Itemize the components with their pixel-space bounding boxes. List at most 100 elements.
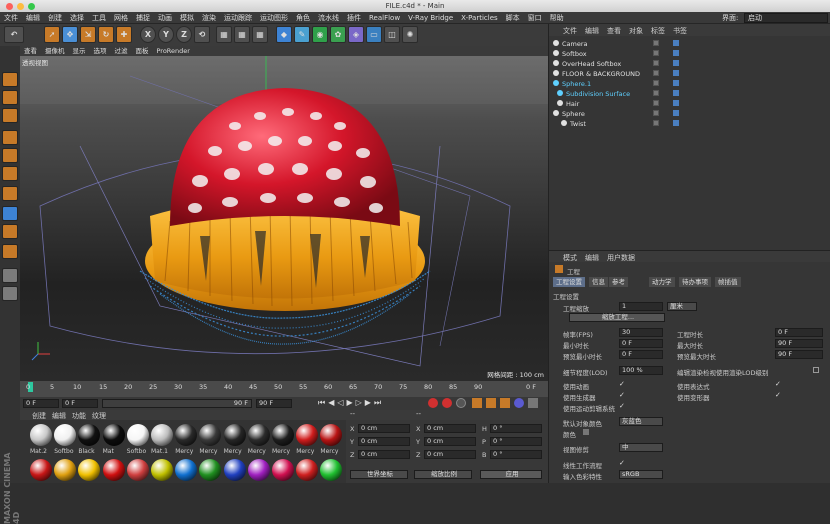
motion-system-checkbox[interactable]: ✓ [619,402,625,410]
frame-range-slider[interactable]: 90 F [102,399,252,408]
object-row[interactable]: FLOOR & BACKGROUND [553,69,640,79]
viewport-menu-options[interactable]: 选项 [90,46,111,56]
light-icon[interactable]: ✺ [402,26,418,43]
solo-icon[interactable] [2,224,18,239]
object-row[interactable]: Sphere [553,109,585,119]
obj-menu-edit[interactable]: 编辑 [585,26,599,36]
start-frame-field[interactable]: 0 F [23,399,59,408]
material-swatch[interactable] [175,459,198,481]
viewport-menu-view[interactable]: 查看 [20,46,41,56]
use-generators-checkbox[interactable]: ✓ [619,391,625,399]
menu-animate[interactable]: 动画 [154,12,176,24]
camera-icon[interactable]: ◫ [384,26,400,43]
obj-menu-tags[interactable]: 标签 [651,26,665,36]
menu-plugins[interactable]: 插件 [343,12,365,24]
size-field[interactable]: 0 cm [424,437,476,446]
use-deformers-checkbox[interactable]: ✓ [775,391,781,399]
position-field[interactable]: 0 cm [358,424,410,433]
material-swatch[interactable] [126,459,149,481]
viewport-menu-prorender[interactable]: ProRender [153,46,194,56]
tab-project-settings[interactable]: 工程设置 [553,277,585,287]
scale-project-button[interactable]: 缩放工程... [569,313,665,322]
obj-menu-view[interactable]: 查看 [607,26,621,36]
material-menu-texture[interactable]: 纹理 [92,411,106,421]
move-icon[interactable]: ✥ [62,26,78,43]
obj-menu-file[interactable]: 文件 [563,26,577,36]
close-window-button[interactable] [6,3,13,10]
menu-pipeline[interactable]: 流水线 [314,12,343,24]
coordinate-system-icon[interactable]: ⟲ [194,26,210,43]
scale-key-icon[interactable] [500,398,510,408]
lock-workplane-icon[interactable] [2,286,18,301]
material-swatch[interactable] [296,424,319,446]
tab-todo[interactable]: 待办事项 [679,277,711,287]
viewport-menu-display[interactable]: 显示 [69,46,90,56]
coordinate-system-select[interactable]: 世界坐标 [350,470,408,479]
pla-key-icon[interactable] [528,398,538,408]
visibility-toggle[interactable] [653,100,659,106]
menu-vray[interactable]: V-Ray Bridge [404,12,457,24]
material-swatch[interactable] [223,424,246,446]
menu-xparticles[interactable]: X-Particles [457,12,501,24]
cube-icon[interactable]: ◆ [276,26,292,43]
x-axis-icon[interactable]: X [140,26,156,43]
menu-snap[interactable]: 捕捉 [132,12,154,24]
menu-file[interactable]: 文件 [0,12,22,24]
object-row[interactable]: Twist [561,119,586,129]
material-swatch[interactable] [296,459,319,481]
material-swatch[interactable] [30,459,52,481]
record-icon[interactable] [428,398,438,408]
floor-icon[interactable]: ▭ [366,26,382,43]
texture-mode-icon[interactable] [2,90,18,105]
scale-icon[interactable]: ⇲ [80,26,96,43]
min-time-field[interactable]: 0 F [619,339,663,348]
linear-workflow-checkbox[interactable]: ✓ [619,459,625,467]
menu-help[interactable]: 帮助 [546,12,568,24]
menu-tools[interactable]: 工具 [88,12,110,24]
material-menu-function[interactable]: 功能 [72,411,86,421]
menu-edit[interactable]: 编辑 [22,12,44,24]
material-swatch[interactable] [54,424,77,446]
viewport-menu-filter[interactable]: 过滤 [111,46,132,56]
material-swatch[interactable] [199,459,222,481]
material-swatch[interactable] [199,424,222,446]
rotation-field[interactable]: 0 ° [490,424,542,433]
pen-icon[interactable]: ✎ [294,26,310,43]
attr-menu-mode[interactable]: 模式 [563,253,577,263]
undo-icon[interactable]: ↶ [4,26,24,43]
subdivision-icon[interactable]: ◉ [312,26,328,43]
rotate-icon[interactable]: ↻ [98,26,114,43]
rotation-field[interactable]: 0 ° [490,437,542,446]
object-tag-icon[interactable] [673,90,679,96]
viewport-menu-panel[interactable]: 面板 [132,46,153,56]
material-swatch[interactable] [78,459,101,481]
menu-window[interactable]: 窗口 [524,12,546,24]
tweak-mode-icon[interactable] [2,206,18,221]
object-row[interactable]: Softbox [553,49,587,59]
keyframe-selection-icon[interactable] [456,398,466,408]
visibility-toggle[interactable] [653,80,659,86]
menu-mograph[interactable]: 运动图形 [256,12,292,24]
menu-render[interactable]: 渲染 [198,12,220,24]
obj-menu-object[interactable]: 对象 [629,26,643,36]
material-swatch[interactable] [223,459,246,481]
material-swatch[interactable] [247,424,270,446]
object-tag-icon[interactable] [673,50,679,56]
obj-menu-bookmarks[interactable]: 书签 [673,26,687,36]
menu-character[interactable]: 角色 [292,12,314,24]
menu-create[interactable]: 创建 [44,12,66,24]
tab-dynamics[interactable]: 动力学 [649,277,675,287]
render-view-icon[interactable]: ▦ [234,26,250,43]
material-swatch[interactable] [272,424,294,446]
material-swatch[interactable] [320,459,343,481]
object-tag-icon[interactable] [673,40,679,46]
position-field[interactable]: 0 cm [358,450,410,459]
material-swatch[interactable] [175,424,198,446]
object-tag-icon[interactable] [673,60,679,66]
material-swatch[interactable] [151,424,173,446]
object-row[interactable]: Sphere.1 [553,79,591,89]
points-mode-icon[interactable] [2,130,18,145]
apply-button[interactable]: 应用 [480,470,542,479]
menu-motion-tracking[interactable]: 运动跟踪 [220,12,256,24]
layout-select[interactable]: 启动 [744,13,828,23]
